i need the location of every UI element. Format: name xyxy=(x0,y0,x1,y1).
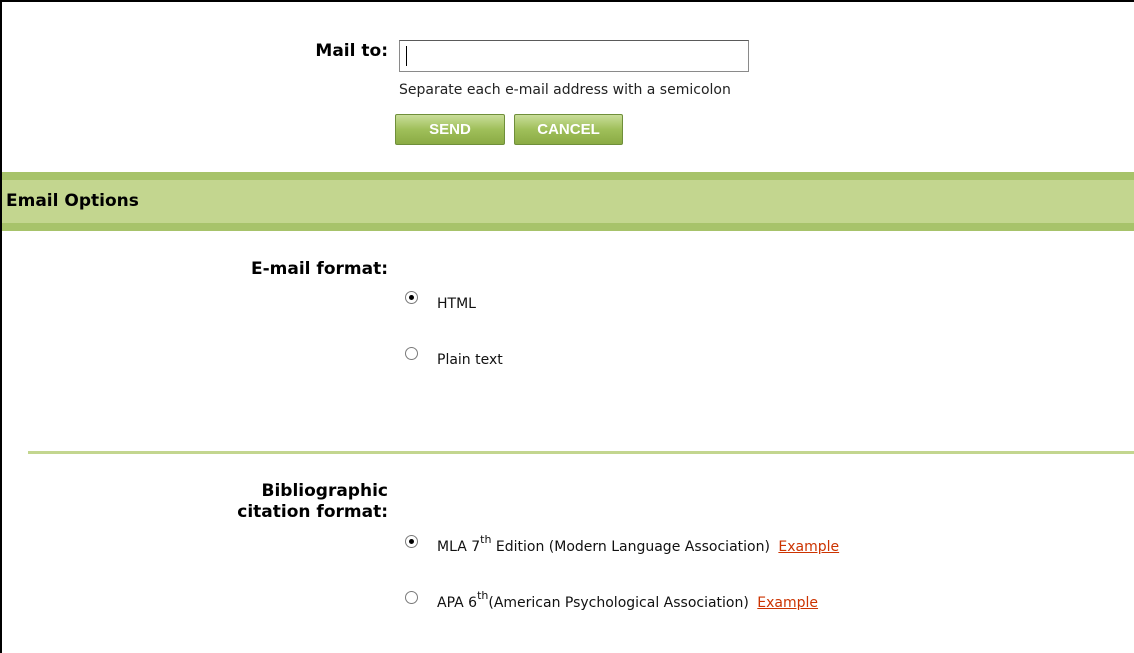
radio-mla-citation[interactable] xyxy=(405,535,418,548)
apa-prefix: APA 6 xyxy=(437,595,478,611)
radio-html-format[interactable] xyxy=(405,291,418,304)
email-format-label: E-mail format: xyxy=(251,259,388,279)
apa-citation-option: APA 6th(American Psychological Associati… xyxy=(437,590,818,611)
citation-label-line1: Bibliographic xyxy=(261,481,389,501)
mla-superscript: th xyxy=(480,533,492,547)
citation-label-line2: citation format: xyxy=(237,502,388,522)
email-options-title: Email Options xyxy=(6,191,139,211)
mla-prefix: MLA 7 xyxy=(437,539,481,555)
citation-format-label: Bibliographic citation format: xyxy=(152,481,388,523)
options-bar-top-edge xyxy=(2,172,1134,180)
mla-suffix: Edition (Modern Language Association) xyxy=(491,539,770,555)
radio-plain-text-format[interactable] xyxy=(405,347,418,360)
text-caret xyxy=(406,46,407,66)
mla-citation-option: MLA 7th Edition (Modern Language Associa… xyxy=(437,534,839,555)
section-divider xyxy=(28,451,1134,454)
apa-superscript: th xyxy=(477,589,489,603)
apa-suffix: (American Psychological Association) xyxy=(488,595,749,611)
options-bar-bottom-edge xyxy=(2,223,1134,231)
send-button[interactable]: SEND xyxy=(395,114,505,145)
radio-apa-citation[interactable] xyxy=(405,591,418,604)
mail-to-hint: Separate each e-mail address with a semi… xyxy=(399,82,731,98)
html-format-label: HTML xyxy=(437,296,476,312)
email-options-bar xyxy=(2,180,1134,223)
mla-example-link[interactable]: Example xyxy=(778,539,839,555)
mail-to-label: Mail to: xyxy=(315,41,388,61)
plain-text-format-label: Plain text xyxy=(437,352,503,368)
email-form-panel: Mail to: Separate each e-mail address wi… xyxy=(0,0,1134,653)
cancel-button[interactable]: CANCEL xyxy=(514,114,623,145)
mail-to-input[interactable] xyxy=(399,40,749,72)
apa-example-link[interactable]: Example xyxy=(757,595,818,611)
